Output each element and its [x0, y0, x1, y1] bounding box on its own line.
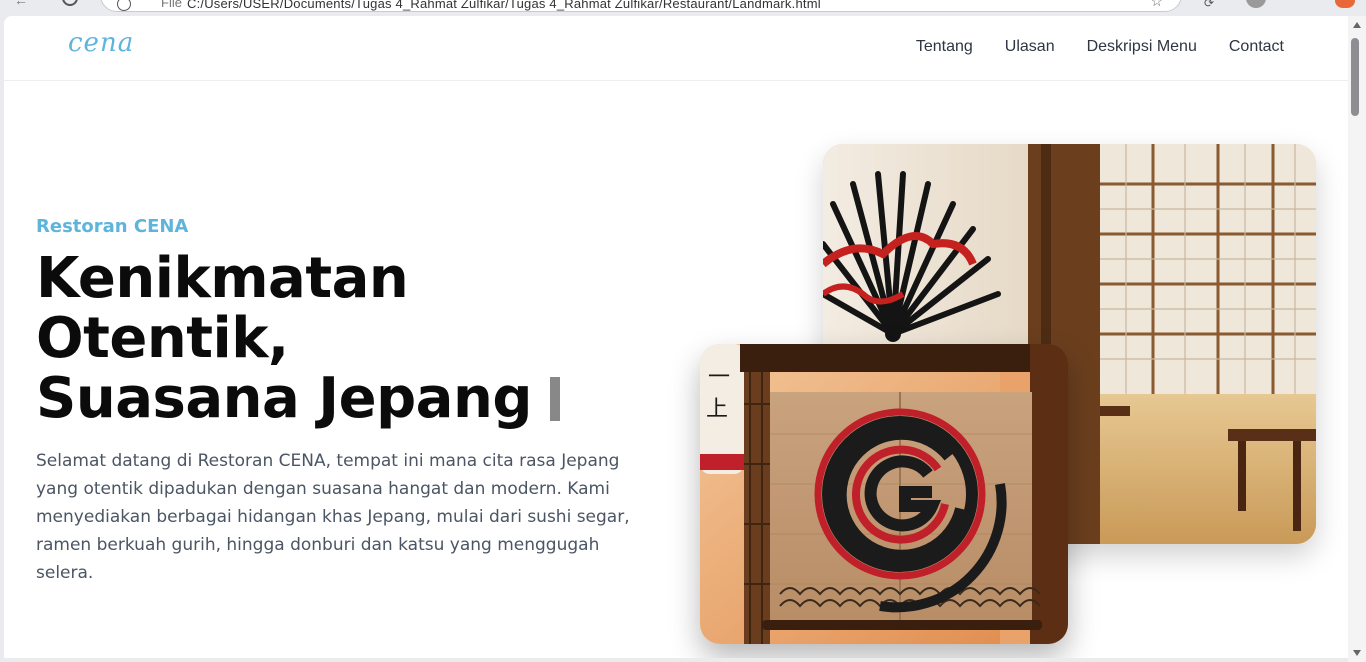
site-info-icon[interactable] — [117, 0, 131, 11]
site-logo[interactable]: CENA — [68, 28, 134, 58]
page-scrollbar[interactable] — [1348, 16, 1366, 662]
headline-line-2: Suasana Jepang — [36, 366, 532, 431]
navbar: CENA Tentang Ulasan Deskripsi Menu Conta… — [4, 16, 1348, 81]
extension-icon[interactable]: ⟳ — [1204, 0, 1214, 10]
url-text[interactable]: C:/Users/USER/Documents/Tugas 4_Rahmat Z… — [187, 0, 821, 11]
browser-menu-icon[interactable] — [1335, 0, 1355, 8]
scroll-up-arrow-icon[interactable] — [1353, 22, 1361, 28]
hero-text: Restoran CENA Kenikmatan Otentik, Suasan… — [36, 216, 656, 587]
svg-text:一: 一 — [708, 365, 730, 390]
profile-avatar[interactable] — [1246, 0, 1266, 8]
nav-link-ulasan[interactable]: Ulasan — [1005, 38, 1055, 56]
scroll-down-arrow-icon[interactable] — [1353, 650, 1361, 656]
scroll-thumb[interactable] — [1351, 38, 1359, 116]
page-viewport: CENA Tentang Ulasan Deskripsi Menu Conta… — [4, 16, 1348, 658]
back-arrow-icon[interactable]: ← — [14, 0, 28, 8]
hero-description: Selamat datang di Restoran CENA, tempat … — [36, 451, 630, 583]
typing-cursor — [549, 377, 560, 421]
hero-headline: Kenikmatan Otentik, Suasana Jepang — [36, 249, 656, 429]
hero-subtitle: Restoran CENA — [36, 216, 189, 237]
restaurant-sign-image: 一 上 — [700, 344, 1068, 644]
nav-link-deskripsi-menu[interactable]: Deskripsi Menu — [1087, 38, 1197, 56]
bookmark-star-icon[interactable]: ☆ — [1150, 0, 1163, 10]
nav-link-tentang[interactable]: Tentang — [916, 38, 973, 56]
nav-link-contact[interactable]: Contact — [1229, 38, 1284, 56]
address-bar[interactable]: File C:/Users/USER/Documents/Tugas 4_Rah… — [100, 0, 1182, 12]
svg-text:上: 上 — [706, 397, 728, 422]
reload-icon[interactable] — [62, 0, 78, 6]
url-prefix: File — [161, 0, 182, 10]
headline-line-1: Kenikmatan Otentik, — [36, 246, 409, 371]
browser-toolbar: ← File C:/Users/USER/Documents/Tugas 4_R… — [0, 0, 1366, 16]
nav-links: Tentang Ulasan Deskripsi Menu Contact — [916, 38, 1284, 56]
